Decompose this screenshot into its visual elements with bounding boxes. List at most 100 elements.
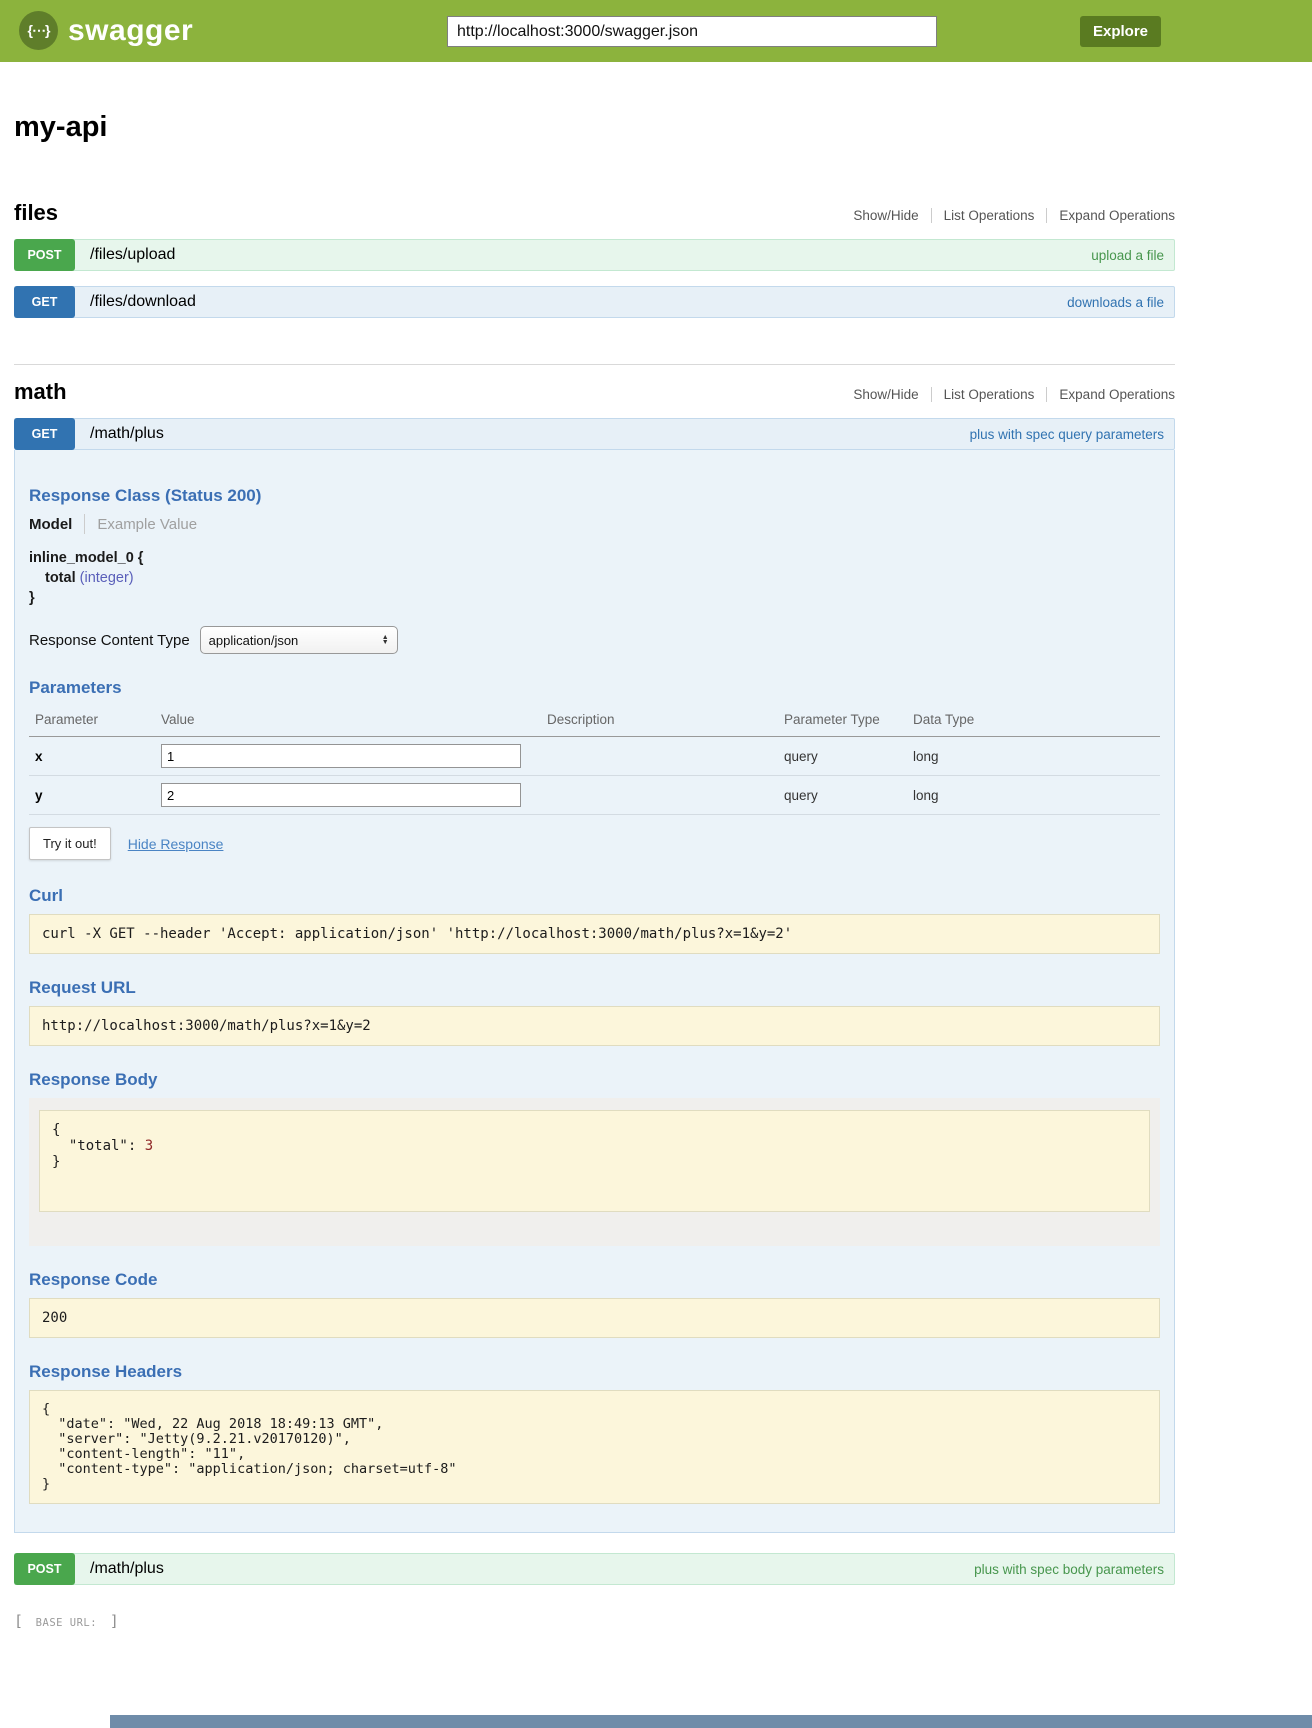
post-method-badge: POST: [14, 239, 75, 271]
model-close-line: }: [29, 590, 1160, 606]
param-description: [541, 737, 778, 776]
operation-row-post-math-plus: POST /math/plus plus with spec body para…: [14, 1553, 1175, 1585]
request-url-heading: Request URL: [29, 978, 1160, 998]
parameters-heading: Parameters: [29, 678, 1160, 698]
response-content-type-row: Response Content Type application/json ▲…: [29, 626, 1160, 654]
files-show-hide-link[interactable]: Show/Hide: [853, 208, 918, 223]
param-name: y: [29, 776, 155, 815]
try-it-out-row: Try it out! Hide Response: [29, 827, 1160, 860]
model-open-line: inline_model_0 {: [29, 550, 1160, 566]
operation-heading[interactable]: GET /math/plus plus with spec query para…: [14, 418, 1175, 450]
files-section-header: files Show/Hide List Operations Expand O…: [14, 200, 1175, 226]
spec-url-input[interactable]: [447, 16, 937, 47]
hide-response-link[interactable]: Hide Response: [128, 836, 224, 852]
response-class-heading: Response Class (Status 200): [29, 486, 1160, 506]
operation-path-link[interactable]: /files/upload: [90, 246, 1091, 264]
param-type: query: [778, 776, 907, 815]
select-arrows-icon: ▲▼: [382, 635, 389, 645]
math-show-hide-link[interactable]: Show/Hide: [853, 387, 918, 402]
divider: [931, 387, 932, 402]
tab-example-value[interactable]: Example Value: [85, 516, 197, 533]
col-data-type: Data Type: [907, 706, 1160, 737]
post-method-badge: POST: [14, 1553, 75, 1585]
json-text: { "total":: [52, 1122, 145, 1154]
page-container: my-api files Show/Hide List Operations E…: [14, 111, 1175, 1630]
param-x-value-input[interactable]: [161, 744, 521, 768]
math-section-header: math Show/Hide List Operations Expand Op…: [14, 379, 1175, 405]
col-value: Value: [155, 706, 541, 737]
param-data-type: long: [907, 737, 1160, 776]
operation-heading[interactable]: POST /files/upload upload a file: [14, 239, 1175, 271]
response-code-heading: Response Code: [29, 1270, 1160, 1290]
files-expand-operations-link[interactable]: Expand Operations: [1059, 208, 1175, 223]
parameters-header-row: Parameter Value Description Parameter Ty…: [29, 706, 1160, 737]
response-body-box: { "total": 3 }: [39, 1110, 1150, 1212]
response-headers-box: { "date": "Wed, 22 Aug 2018 18:49:13 GMT…: [29, 1390, 1160, 1504]
model-signature: inline_model_0 { total (integer) }: [29, 550, 1160, 606]
math-section-title: math: [14, 379, 67, 405]
response-body-heading: Response Body: [29, 1070, 1160, 1090]
parameter-row-x: x query long: [29, 737, 1160, 776]
response-body-wrapper: { "total": 3 }: [29, 1098, 1160, 1246]
get-method-badge: GET: [14, 418, 75, 450]
request-url-box: http://localhost:3000/math/plus?x=1&y=2: [29, 1006, 1160, 1046]
operation-heading[interactable]: POST /math/plus plus with spec body para…: [14, 1553, 1175, 1585]
divider: [1046, 208, 1047, 223]
property-type: (integer): [80, 570, 134, 586]
operation-summary-link[interactable]: downloads a file: [1067, 295, 1164, 310]
operation-expanded-content: Response Class (Status 200) Model Exampl…: [14, 450, 1175, 1533]
page-title: my-api: [14, 111, 1175, 144]
parameter-row-y: y query long: [29, 776, 1160, 815]
parameters-table: Parameter Value Description Parameter Ty…: [29, 706, 1160, 815]
curl-command-box: curl -X GET --header 'Accept: applicatio…: [29, 914, 1160, 954]
operation-row-get-download: GET /files/download downloads a file: [14, 286, 1175, 318]
files-section-title: files: [14, 200, 58, 226]
operation-path-link[interactable]: /files/download: [90, 293, 1067, 311]
divider: [1046, 387, 1047, 402]
json-text: }: [52, 1154, 60, 1170]
base-url-label: BASE URL:: [36, 1617, 97, 1629]
divider: [931, 208, 932, 223]
col-parameter: Parameter: [29, 706, 155, 737]
curl-heading: Curl: [29, 886, 1160, 906]
operation-heading[interactable]: GET /files/download downloads a file: [14, 286, 1175, 318]
base-url-footer: [ BASE URL: ]: [14, 1611, 1175, 1630]
bracket: [: [14, 1612, 23, 1630]
selected-content-type: application/json: [209, 633, 299, 648]
operation-path-link[interactable]: /math/plus: [90, 425, 970, 443]
model-property-line: total (integer): [29, 570, 1160, 586]
try-it-out-button[interactable]: Try it out!: [29, 827, 111, 860]
explore-button[interactable]: Explore: [1080, 16, 1161, 47]
section-divider: [14, 364, 1175, 365]
bracket: ]: [110, 1612, 119, 1630]
property-name: total: [45, 570, 76, 586]
math-expand-operations-link[interactable]: Expand Operations: [1059, 387, 1175, 402]
response-content-type-label: Response Content Type: [29, 632, 190, 649]
param-data-type: long: [907, 776, 1160, 815]
col-description: Description: [541, 706, 778, 737]
json-number: 3: [145, 1138, 153, 1154]
swagger-braces-icon: {⋯}: [19, 11, 58, 50]
param-description: [541, 776, 778, 815]
tab-model[interactable]: Model: [29, 516, 84, 533]
operation-summary-link[interactable]: plus with spec query parameters: [970, 427, 1164, 442]
get-method-badge: GET: [14, 286, 75, 318]
brand-title: swagger: [68, 14, 193, 48]
operation-row-get-math-plus: GET /math/plus plus with spec query para…: [14, 418, 1175, 1533]
top-bar: {⋯} swagger Explore: [0, 0, 1312, 62]
swagger-logo[interactable]: {⋯} swagger: [19, 11, 193, 50]
response-code-box: 200: [29, 1298, 1160, 1338]
math-list-operations-link[interactable]: List Operations: [944, 387, 1035, 402]
signature-tabs: Model Example Value: [29, 514, 1160, 534]
operation-summary-link[interactable]: upload a file: [1091, 248, 1164, 263]
param-type: query: [778, 737, 907, 776]
col-parameter-type: Parameter Type: [778, 706, 907, 737]
files-list-operations-link[interactable]: List Operations: [944, 208, 1035, 223]
operation-summary-link[interactable]: plus with spec body parameters: [974, 1562, 1164, 1577]
param-y-value-input[interactable]: [161, 783, 521, 807]
response-content-type-select[interactable]: application/json ▲▼: [200, 626, 398, 654]
response-headers-heading: Response Headers: [29, 1362, 1160, 1382]
operation-row-post-upload: POST /files/upload upload a file: [14, 239, 1175, 271]
bottom-partial-bar: [110, 1715, 1312, 1728]
operation-path-link[interactable]: /math/plus: [90, 1560, 974, 1578]
